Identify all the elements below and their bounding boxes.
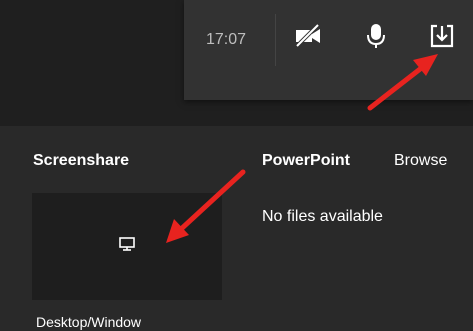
microphone-icon (364, 22, 388, 55)
call-bar-divider (275, 14, 276, 66)
camera-off-icon (293, 23, 323, 53)
browse-button[interactable]: Browse (394, 152, 447, 170)
screenshare-heading: Screenshare (33, 152, 130, 169)
share-tray-icon (429, 23, 455, 54)
powerpoint-heading: PowerPoint (262, 152, 351, 169)
desktop-window-caption: Desktop/Window (36, 314, 142, 330)
desktop-window-share-tile[interactable] (32, 193, 222, 300)
camera-toggle-button[interactable] (292, 22, 324, 54)
no-files-message: No files available (262, 208, 383, 225)
call-timer: 17:07 (206, 31, 247, 48)
monitor-icon (118, 236, 136, 257)
microphone-toggle-button[interactable] (360, 22, 392, 54)
share-tray-button[interactable] (426, 22, 458, 54)
